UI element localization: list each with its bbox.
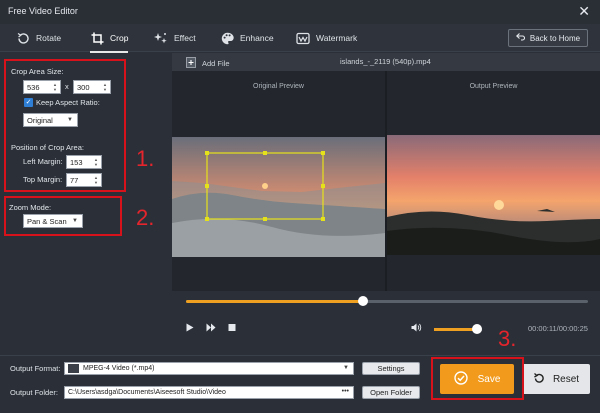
tab-rotate[interactable]: Rotate <box>16 28 61 48</box>
annotation-step-1: 1. <box>136 146 155 171</box>
title-bar: Free Video Editor ✕ <box>0 0 600 24</box>
volume-handle[interactable] <box>472 324 483 334</box>
output-folder-field[interactable]: C:\Users\asdga\Documents\Aiseesoft Studi… <box>64 386 354 399</box>
annotation-step-3: 3. <box>498 326 517 351</box>
watermark-icon <box>296 31 310 45</box>
fast-forward-icon[interactable] <box>206 323 216 334</box>
mp4-format-icon <box>68 364 79 373</box>
stop-icon[interactable] <box>228 323 236 334</box>
volume-slider[interactable] <box>434 324 483 334</box>
output-folder-label: Output Folder: <box>10 388 58 397</box>
output-format-value: MPEG-4 Video (*.mp4) <box>83 365 155 372</box>
tab-effect-label: Effect <box>174 33 196 43</box>
tab-enhance-label: Enhance <box>240 33 274 43</box>
reset-icon <box>533 372 545 387</box>
video-editor-window: Free Video Editor ✕ Rotate Crop Effect E… <box>0 0 600 413</box>
file-bar: Add File islands_-_2119 (540p).mp4 <box>172 53 600 71</box>
back-to-home-label: Back to Home <box>529 33 581 43</box>
output-format-label: Output Format: <box>10 364 61 373</box>
settings-button[interactable]: Settings <box>362 362 420 375</box>
close-icon[interactable]: ✕ <box>578 4 590 18</box>
timeline-handle[interactable] <box>357 296 368 306</box>
preview-area: Original Preview Output Preview <box>172 71 600 291</box>
tab-crop-label: Crop <box>110 33 129 43</box>
volume-icon[interactable] <box>411 323 422 334</box>
timecode: 00:00:11/00:00:25 <box>528 324 588 333</box>
reset-button[interactable]: Reset <box>522 364 590 394</box>
add-file-button[interactable]: Add File <box>186 57 230 70</box>
add-file-icon <box>186 57 196 70</box>
output-folder-value: C:\Users\asdga\Documents\Aiseesoft Studi… <box>68 389 226 396</box>
tab-watermark[interactable]: Watermark <box>296 28 357 48</box>
annotation-box-save <box>431 357 524 400</box>
tab-effect[interactable]: Effect <box>154 28 196 48</box>
toolbar: Rotate Crop Effect Enhance Watermark Bac… <box>0 24 600 53</box>
window-title: Free Video Editor <box>8 6 78 16</box>
reset-label: Reset <box>552 373 580 385</box>
output-preview-caption: Output Preview <box>469 83 518 90</box>
chevron-down-icon: ▼ <box>343 365 349 371</box>
effect-icon <box>154 31 168 45</box>
output-preview-pane: Output Preview <box>387 71 600 291</box>
crop-icon <box>90 31 104 45</box>
annotation-box-crop <box>4 59 126 192</box>
original-video-frame <box>172 137 385 257</box>
volume-fill <box>434 328 478 331</box>
tab-watermark-label: Watermark <box>316 33 358 43</box>
tab-rotate-label: Rotate <box>36 33 62 43</box>
original-preview-pane: Original Preview <box>172 71 385 291</box>
timeline-progress-fill <box>186 300 363 303</box>
original-preview-caption: Original Preview <box>253 83 304 90</box>
back-icon <box>515 33 525 43</box>
timeline-progress-bar[interactable] <box>186 296 588 306</box>
file-name: islands_-_2119 (540p).mp4 <box>340 57 431 66</box>
palette-icon <box>220 31 234 45</box>
rotate-icon <box>16 31 30 45</box>
play-icon[interactable] <box>186 323 194 334</box>
open-folder-button[interactable]: Open Folder <box>362 386 420 399</box>
tab-crop[interactable]: Crop <box>90 28 129 53</box>
output-video-frame <box>387 135 600 255</box>
browse-folder-button[interactable]: ••• <box>342 388 349 395</box>
annotation-step-2: 2. <box>136 205 155 230</box>
add-file-label: Add File <box>202 59 230 68</box>
annotation-box-zoom <box>4 196 122 236</box>
tab-enhance[interactable]: Enhance <box>220 28 274 48</box>
back-to-home-button[interactable]: Back to Home <box>508 29 588 47</box>
output-format-select[interactable]: MPEG-4 Video (*.mp4) ▼ <box>64 362 354 375</box>
